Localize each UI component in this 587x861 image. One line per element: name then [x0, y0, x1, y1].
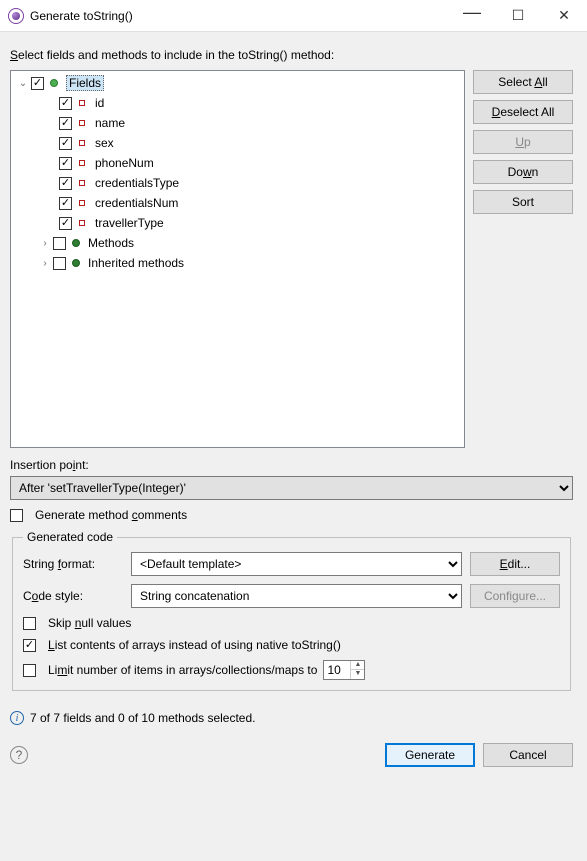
checkbox-limit-items[interactable]: [23, 664, 36, 677]
checkbox[interactable]: [59, 177, 72, 190]
checkbox-fields[interactable]: [31, 77, 44, 90]
deselect-all-button[interactable]: Deselect All: [473, 100, 573, 124]
expand-icon[interactable]: ›: [39, 258, 51, 269]
limit-spinner[interactable]: ▲▼: [323, 660, 365, 680]
spin-down-icon[interactable]: ▼: [351, 670, 364, 679]
help-icon[interactable]: ?: [10, 746, 28, 764]
title-bar: Generate toString() — ☐ ✕: [0, 0, 587, 32]
generate-button[interactable]: Generate: [385, 743, 475, 767]
tree-children-fields: id name sex phoneNum credentialsType cre…: [11, 93, 464, 233]
insertion-point-select[interactable]: After 'setTravellerType(Integer)': [10, 476, 573, 500]
status-text: 7 of 7 fields and 0 of 10 methods select…: [30, 711, 255, 725]
tree-node-fields[interactable]: ⌄ Fields: [11, 73, 464, 93]
info-icon: i: [10, 711, 24, 725]
square-red-icon: [79, 180, 85, 186]
collapse-icon[interactable]: ⌄: [17, 78, 29, 89]
checkbox[interactable]: [59, 157, 72, 170]
checkbox-list-contents[interactable]: [23, 639, 36, 652]
checkbox[interactable]: [59, 117, 72, 130]
tree-label-methods: Methods: [88, 236, 134, 250]
edit-button[interactable]: Edit...: [470, 552, 560, 576]
close-button[interactable]: ✕: [541, 0, 587, 31]
circle-green-icon: [50, 79, 58, 87]
checkbox-skip-null[interactable]: [23, 617, 36, 630]
square-red-icon: [79, 140, 85, 146]
tree-item[interactable]: credentialsType: [11, 173, 464, 193]
spin-up-icon[interactable]: ▲: [351, 661, 364, 670]
cancel-button[interactable]: Cancel: [483, 743, 573, 767]
square-red-icon: [79, 100, 85, 106]
up-button[interactable]: Up: [473, 130, 573, 154]
checkbox[interactable]: [59, 97, 72, 110]
square-red-icon: [79, 120, 85, 126]
checkbox[interactable]: [59, 197, 72, 210]
code-style-select[interactable]: String concatenation: [131, 584, 462, 608]
select-all-button[interactable]: Select All: [473, 70, 573, 94]
string-format-label: String format:: [23, 557, 123, 571]
skip-null-label: Skip null values: [48, 616, 131, 630]
checkbox-gen-comments[interactable]: [10, 509, 23, 522]
generated-code-group: Generated code String format: <Default t…: [12, 530, 571, 691]
down-button[interactable]: Down: [473, 160, 573, 184]
minimize-button[interactable]: —: [449, 0, 495, 27]
checkbox-methods[interactable]: [53, 237, 66, 250]
gen-comments-label: Generate method comments: [35, 508, 187, 522]
tree-node-methods[interactable]: › Methods: [11, 233, 464, 253]
square-red-icon: [79, 160, 85, 166]
limit-items-label: Limit number of items in arrays/collecti…: [48, 663, 317, 677]
list-contents-label: List contents of arrays instead of using…: [48, 638, 341, 652]
checkbox-inherited[interactable]: [53, 257, 66, 270]
tree-label-inherited: Inherited methods: [88, 256, 184, 270]
circle-green-icon: [72, 239, 80, 247]
insertion-point-label: Insertion point:: [10, 458, 573, 472]
tree-label-fields: Fields: [66, 75, 104, 91]
tree-item[interactable]: phoneNum: [11, 153, 464, 173]
square-red-icon: [79, 220, 85, 226]
code-style-label: Code style:: [23, 589, 123, 603]
tree-item[interactable]: name: [11, 113, 464, 133]
configure-button[interactable]: Configure...: [470, 584, 560, 608]
limit-input[interactable]: [324, 662, 350, 678]
string-format-select[interactable]: <Default template>: [131, 552, 462, 576]
checkbox[interactable]: [59, 217, 72, 230]
square-red-icon: [79, 200, 85, 206]
sort-button[interactable]: Sort: [473, 190, 573, 214]
group-legend: Generated code: [23, 530, 117, 544]
window-title: Generate toString(): [30, 9, 449, 23]
tree-item[interactable]: travellerType: [11, 213, 464, 233]
field-tree[interactable]: ⌄ Fields id name sex phoneNum credential…: [10, 70, 465, 448]
app-icon: [8, 8, 24, 24]
checkbox[interactable]: [59, 137, 72, 150]
circle-green-icon: [72, 259, 80, 267]
tree-item[interactable]: id: [11, 93, 464, 113]
tree-node-inherited[interactable]: › Inherited methods: [11, 253, 464, 273]
expand-icon[interactable]: ›: [39, 238, 51, 249]
instruction-label: Select fields and methods to include in …: [10, 48, 573, 62]
tree-item[interactable]: sex: [11, 133, 464, 153]
tree-item[interactable]: credentialsNum: [11, 193, 464, 213]
maximize-button[interactable]: ☐: [495, 0, 541, 31]
